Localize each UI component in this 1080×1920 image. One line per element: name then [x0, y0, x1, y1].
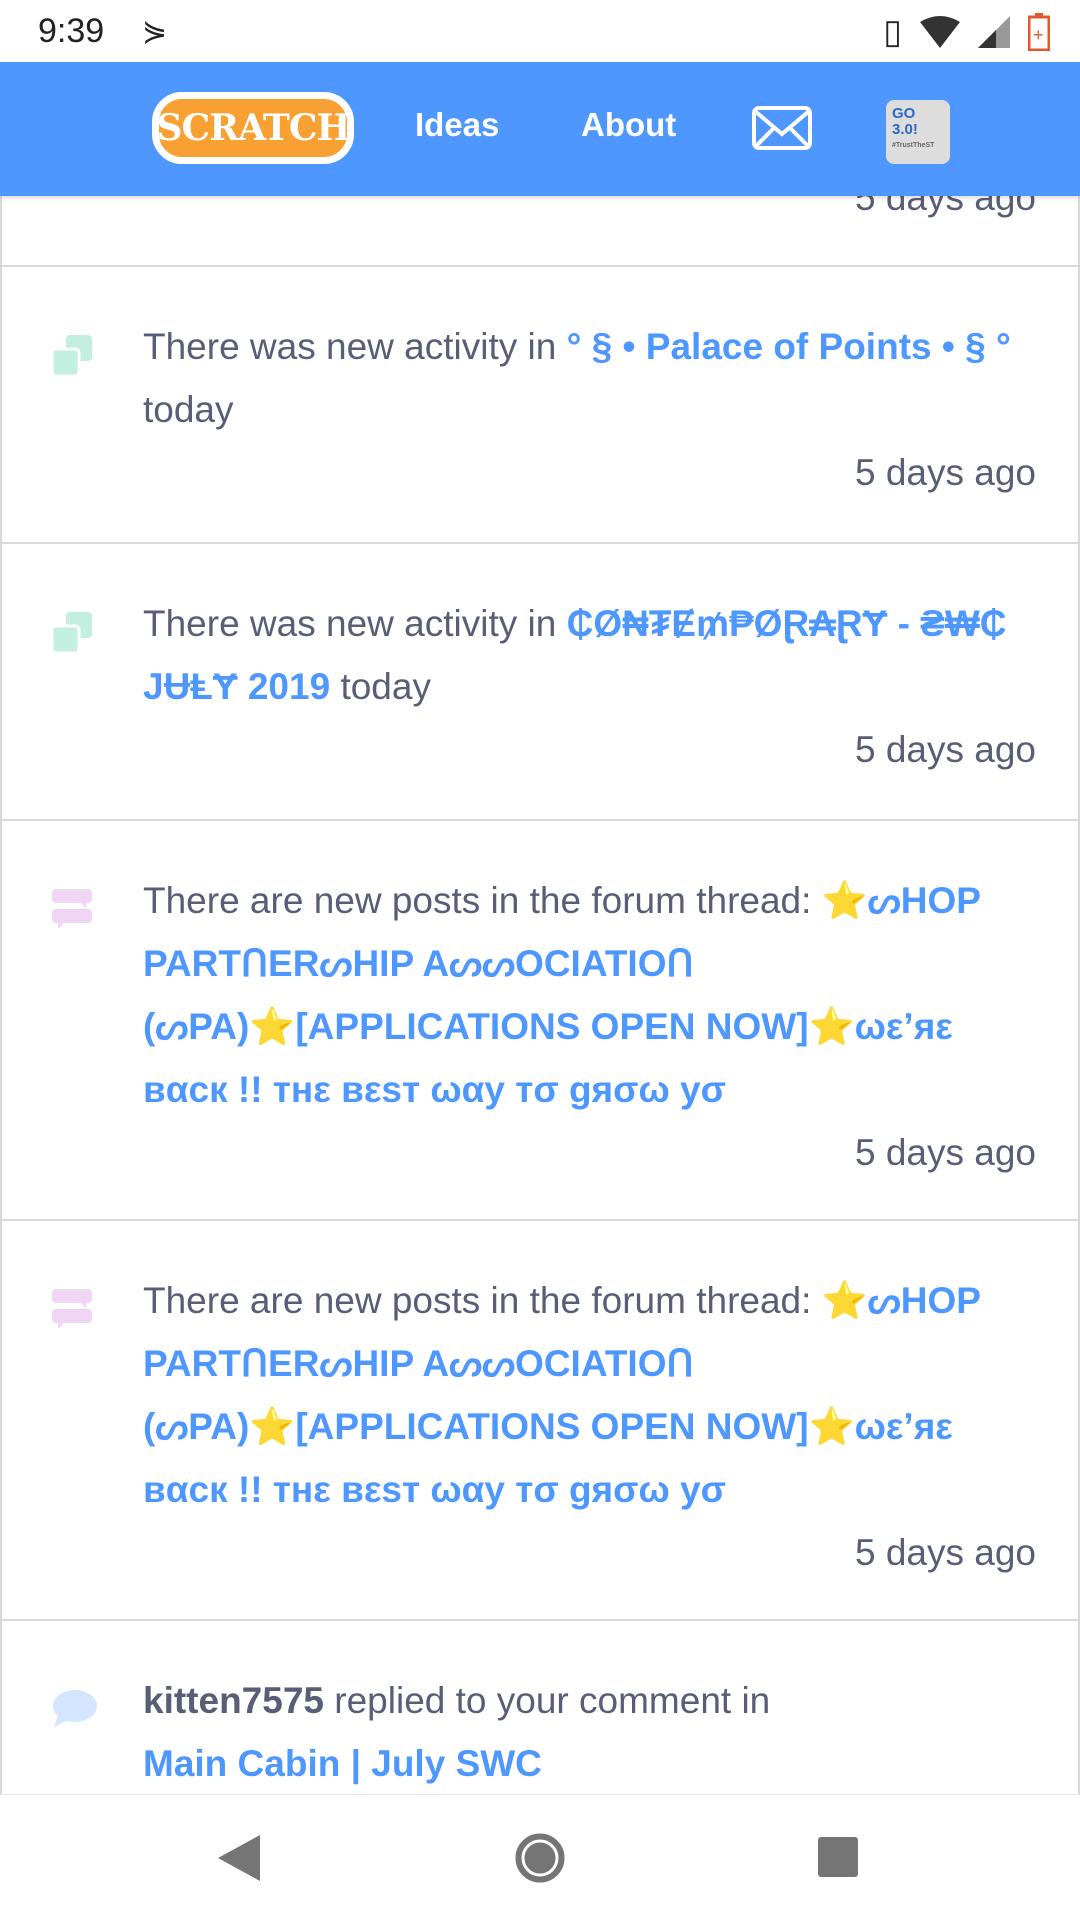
notification-time: 5 days ago	[854, 729, 1036, 770]
svg-text:+: +	[1033, 25, 1044, 45]
scratch-logo[interactable]: SCRATCH	[152, 92, 354, 164]
messages-icon[interactable]	[752, 106, 812, 150]
notification-text: There are new posts in the forum thread:	[143, 880, 822, 921]
notification-item: There are new posts in the forum thread:…	[0, 821, 1080, 1221]
notification-item: There was new activity in ° § • Palace o…	[0, 267, 1080, 544]
signal-icon	[978, 16, 1010, 48]
notification-suffix: today	[330, 666, 431, 707]
notification-text: replied to your comment in	[324, 1680, 771, 1721]
notification-item: There are new posts in the forum thread:…	[0, 1221, 1080, 1621]
forum-icon	[52, 1289, 92, 1329]
notification-time: 5 days ago	[854, 1532, 1036, 1573]
android-nav-bar	[0, 1794, 1080, 1920]
vibrate-icon: ▯	[883, 13, 902, 51]
notification-text: There was new activity in	[143, 603, 567, 644]
activity-icon	[52, 612, 92, 654]
notification-comment: kitten7575 replied to your comment in Ma…	[0, 1621, 1080, 1794]
notification-item: There was new activity in ₵Ø₦₮Ɇ₥₱ØⱤ₳ⱤɎ -…	[0, 544, 1080, 821]
nav-ideas[interactable]: Ideas	[415, 106, 499, 144]
activity-icon	[52, 335, 92, 377]
status-bar: 9:39 ⋟ ▯ +	[0, 0, 1080, 62]
notification-text: There was new activity in	[143, 326, 567, 367]
status-time: 9:39	[38, 12, 105, 50]
comment-icon	[53, 1690, 97, 1727]
comment-project-link[interactable]: Main Cabin | July SWC	[143, 1743, 542, 1784]
notification-time: 5 days ago	[854, 1132, 1036, 1173]
notifications-list: 5 days ago There was new activity in ° §…	[0, 196, 1080, 1794]
go-3-badge[interactable]: GO 3.0! #TrustTheST	[886, 100, 950, 164]
back-icon[interactable]	[218, 1835, 260, 1881]
battery-icon: +	[1028, 13, 1050, 51]
play-protect-icon: ⋟	[142, 15, 168, 48]
notification-text: There are new posts in the forum thread:	[143, 1280, 822, 1321]
nav-about[interactable]: About	[581, 106, 676, 144]
notification-time: 5 days ago	[854, 452, 1036, 493]
notification-partial: 5 days ago	[0, 196, 1080, 267]
notification-suffix: today	[143, 389, 234, 430]
top-nav: SCRATCH Ideas About GO 3.0! #TrustTheST	[0, 62, 1080, 196]
forum-icon	[52, 889, 92, 929]
notification-link[interactable]: ° § • Palace of Points • § °	[567, 326, 1011, 367]
go-badge-tag: #TrustTheST	[892, 142, 935, 149]
notification-time: 5 days ago	[854, 196, 1036, 218]
wifi-icon	[920, 16, 960, 48]
go-badge-text: GO 3.0!	[892, 105, 918, 138]
comment-user-link[interactable]: kitten7575	[143, 1680, 324, 1721]
recents-icon[interactable]	[818, 1837, 858, 1877]
home-icon[interactable]	[515, 1833, 565, 1883]
